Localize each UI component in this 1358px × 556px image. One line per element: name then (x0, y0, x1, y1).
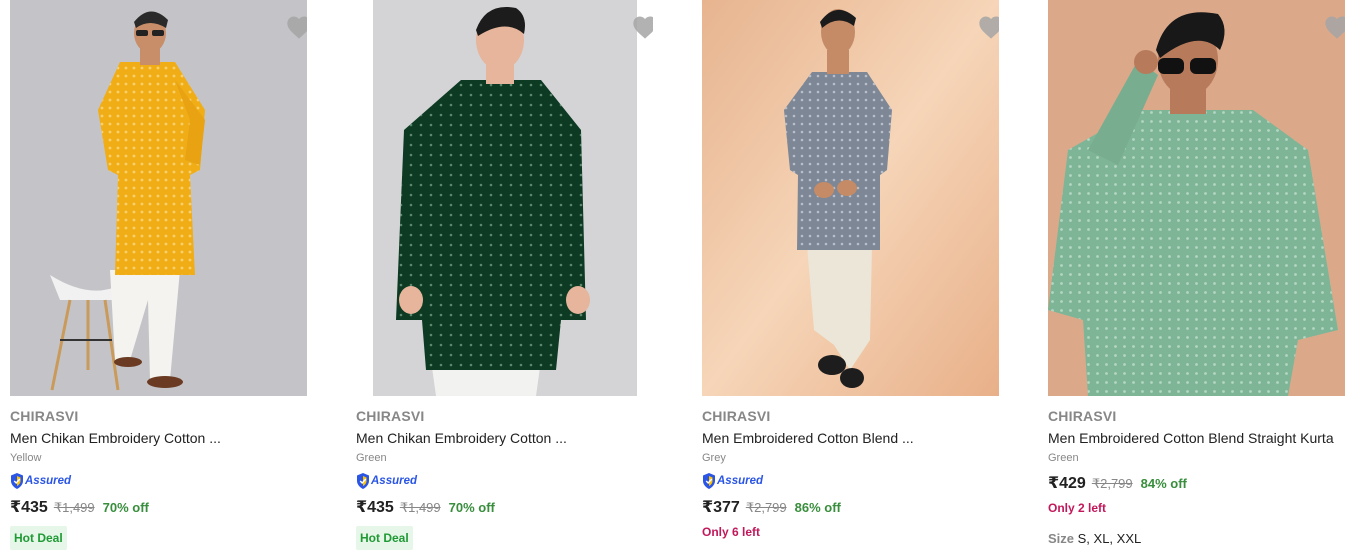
product-title[interactable]: Men Embroidered Cotton Blend ... (702, 428, 999, 448)
mint-kurta-model-photo (1048, 0, 1345, 396)
assured-label: Assured (371, 475, 418, 487)
assured-shield-icon (357, 473, 369, 489)
selling-price: ₹377 (702, 499, 740, 516)
stock-warning: Only 2 left (1048, 501, 1107, 515)
discount-percent: 86% off (794, 500, 841, 515)
discount-percent: 84% off (1140, 476, 1187, 491)
product-image[interactable] (1048, 0, 1345, 396)
grey-kurta-model-photo (702, 0, 999, 396)
discount-percent: 70% off (102, 500, 149, 515)
stock-warning: Only 6 left (702, 525, 761, 539)
product-card[interactable]: CHIRASVI Men Embroidered Cotton Blend St… (1048, 0, 1345, 556)
product-grid: CHIRASVI Men Chikan Embroidery Cotton ..… (0, 0, 1358, 556)
assured-badge: Assured (356, 473, 653, 489)
product-title[interactable]: Men Chikan Embroidery Cotton ... (356, 428, 653, 448)
wishlist-heart-icon[interactable] (977, 14, 999, 40)
product-color: Green (356, 452, 387, 464)
product-brand: CHIRASVI (1048, 408, 1117, 424)
original-price: ₹1,499 (399, 500, 441, 515)
product-color: Green (1048, 452, 1079, 464)
product-brand: CHIRASVI (10, 408, 79, 424)
wishlist-heart-icon[interactable] (1323, 14, 1345, 40)
assured-label: Assured (717, 475, 764, 487)
product-image[interactable] (702, 0, 999, 396)
yellow-kurta-model-photo (10, 0, 307, 396)
price-row: ₹429 ₹2,799 84% off (1048, 473, 1345, 493)
selling-price: ₹435 (10, 499, 48, 516)
selling-price: ₹429 (1048, 475, 1086, 492)
product-image[interactable] (10, 0, 307, 396)
product-color: Grey (702, 452, 726, 464)
discount-percent: 70% off (448, 500, 495, 515)
original-price: ₹2,799 (1091, 476, 1133, 491)
available-sizes: Size S, XL, XXL (1048, 531, 1345, 547)
wishlist-heart-icon[interactable] (285, 14, 307, 40)
product-card[interactable]: CHIRASVI Men Chikan Embroidery Cotton ..… (356, 0, 653, 556)
product-image[interactable] (356, 0, 653, 396)
size-values: S, XL, XXL (1077, 531, 1142, 546)
wishlist-heart-icon[interactable] (631, 14, 653, 40)
assured-shield-icon (703, 473, 715, 489)
hot-deal-badge: Hot Deal (356, 526, 413, 550)
product-brand: CHIRASVI (702, 408, 771, 424)
green-kurta-model-photo (356, 0, 653, 396)
product-card[interactable]: CHIRASVI Men Chikan Embroidery Cotton ..… (10, 0, 307, 556)
product-color: Yellow (10, 452, 42, 464)
original-price: ₹1,499 (53, 500, 95, 515)
price-row: ₹435 ₹1,499 70% off (10, 497, 307, 517)
selling-price: ₹435 (356, 499, 394, 516)
assured-badge: Assured (702, 473, 999, 489)
assured-shield-icon (11, 473, 23, 489)
product-brand: CHIRASVI (356, 408, 425, 424)
hot-deal-badge: Hot Deal (10, 526, 67, 550)
assured-badge: Assured (10, 473, 307, 489)
product-title[interactable]: Men Embroidered Cotton Blend Straight Ku… (1048, 428, 1345, 448)
original-price: ₹2,799 (745, 500, 787, 515)
price-row: ₹435 ₹1,499 70% off (356, 497, 653, 517)
product-card[interactable]: CHIRASVI Men Embroidered Cotton Blend ..… (702, 0, 999, 556)
assured-label: Assured (25, 475, 72, 487)
size-label: Size (1048, 531, 1075, 546)
price-row: ₹377 ₹2,799 86% off (702, 497, 999, 517)
product-title[interactable]: Men Chikan Embroidery Cotton ... (10, 428, 307, 448)
